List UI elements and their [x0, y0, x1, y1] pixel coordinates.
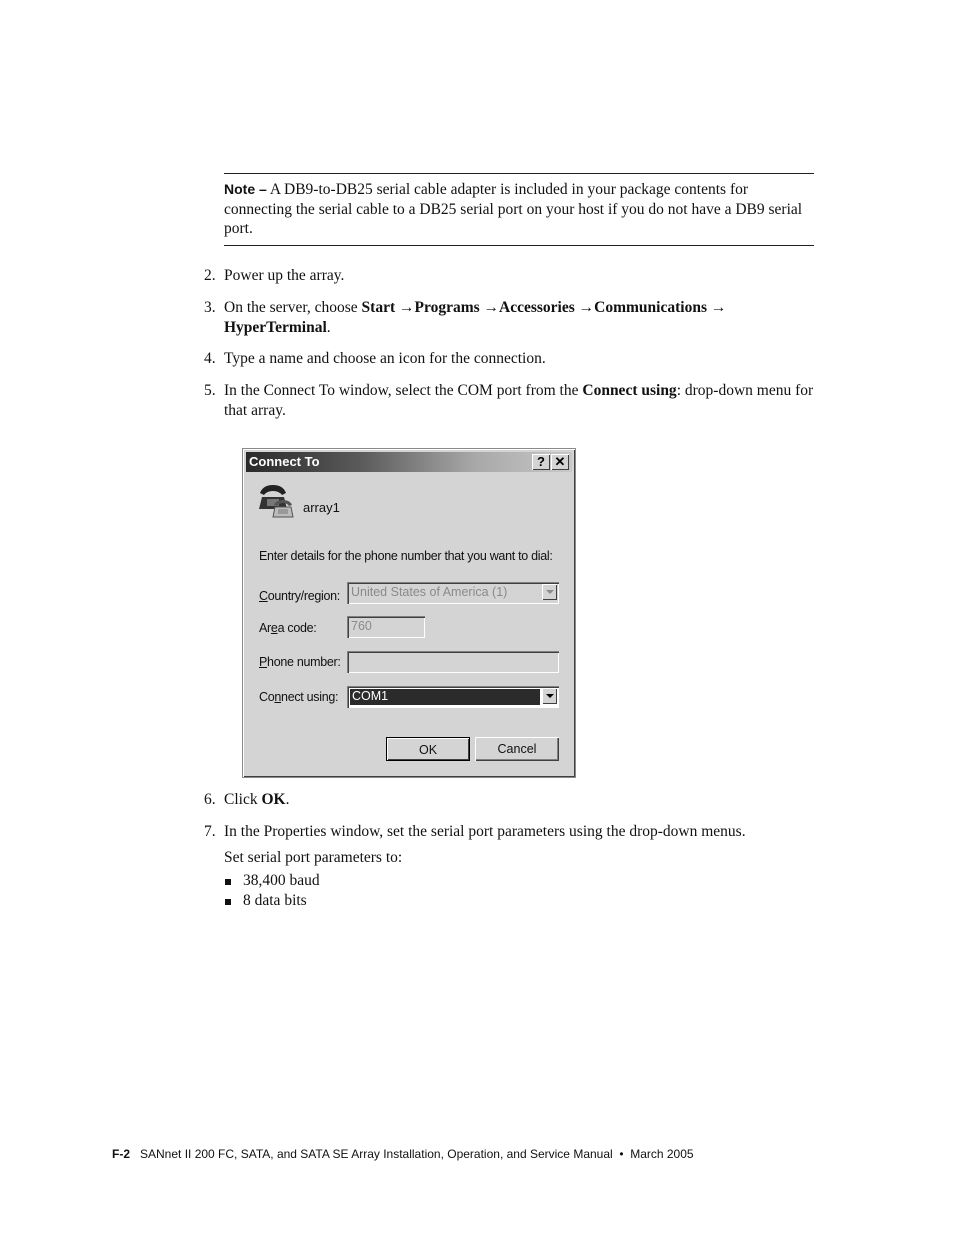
page-number: F-2 [112, 1147, 130, 1161]
step-4: 4. Type a name and choose an icon for th… [204, 349, 814, 369]
step-number: 4. [204, 350, 216, 367]
bullet-square-icon [225, 899, 231, 905]
note-label: Note – [224, 181, 267, 197]
footer-text: SANnet II 200 FC, SATA, and SATA SE Arra… [140, 1147, 694, 1161]
menu-path-start: Start [361, 299, 396, 316]
step-bold: Connect using [582, 382, 677, 399]
connection-name: array1 [303, 500, 340, 515]
step-number: 7. [204, 823, 216, 840]
dialog-titlebar: Connect To ? ✕ [246, 452, 572, 472]
arrow-icon: → [399, 299, 415, 316]
step-number: 5. [204, 382, 216, 399]
serial-parameters-list: 38,400 baud 8 data bits [224, 871, 320, 911]
step-7: 7. In the Properties window, set the ser… [204, 822, 814, 867]
step-subtext: Set serial port parameters to: [224, 848, 403, 866]
cancel-button[interactable]: Cancel [475, 737, 559, 761]
area-code-label: Area code: [259, 621, 317, 635]
step-number: 3. [204, 299, 216, 316]
step-suffix: . [285, 791, 290, 808]
note-text: A DB9-to-DB25 serial cable adapter is in… [224, 181, 803, 237]
step-text: In the Connect To window, select the COM… [224, 381, 814, 420]
connect-using-select[interactable]: COM1 [347, 686, 559, 708]
area-code-value: 760 [351, 619, 372, 633]
page-footer: F-2 SANnet II 200 FC, SATA, and SATA SE A… [112, 1147, 694, 1161]
help-button[interactable]: ? [532, 454, 550, 470]
step-6: 6. Click OK. [204, 790, 814, 810]
list-item: 8 data bits [224, 891, 320, 911]
step-number: 6. [204, 791, 216, 808]
arrow-icon: → [483, 299, 500, 316]
step-bold: OK [261, 791, 286, 808]
dialog-instruction: Enter details for the phone number that … [259, 549, 553, 563]
step-text: On the server, choose Start →Programs →A… [224, 298, 814, 337]
arrow-icon: → [710, 299, 727, 316]
step-text: Type a name and choose an icon for the c… [224, 350, 546, 367]
list-item-text: 38,400 baud [243, 872, 320, 889]
country-region-value: United States of America (1) [351, 585, 508, 599]
list-item: 38,400 baud [224, 871, 320, 891]
bullet-square-icon [225, 879, 231, 885]
country-region-label: Country/region: [259, 589, 340, 603]
step-prefix: Click [224, 791, 262, 808]
connect-using-label: Connect using: [259, 690, 339, 704]
chevron-down-icon[interactable] [542, 584, 557, 600]
connect-using-value: COM1 [350, 689, 540, 705]
step-5: 5. In the Connect To window, select the … [204, 381, 814, 420]
dialog-title: Connect To [249, 454, 320, 469]
step-2: 2. Power up the array. [204, 266, 814, 286]
step-text: Power up the array. [224, 267, 345, 284]
menu-path-communications: Communications [594, 299, 707, 316]
close-button[interactable]: ✕ [551, 454, 569, 470]
step-suffix: . [326, 318, 331, 336]
step-3: 3. On the server, choose Start →Programs… [204, 298, 814, 337]
menu-path-hyperterminal: HyperTerminal [224, 318, 327, 336]
list-item-text: 8 data bits [243, 892, 307, 909]
menu-path-programs: Programs [414, 299, 480, 316]
step-prefix: In the Connect To window, select the COM… [224, 382, 583, 399]
connect-to-dialog: Connect To ? ✕ array1 Enter details for … [242, 448, 576, 778]
area-code-input[interactable]: 760 [347, 616, 425, 638]
phone-icon [259, 485, 294, 518]
phone-number-label: Phone number: [259, 655, 341, 669]
ok-button[interactable]: OK [386, 737, 470, 761]
chevron-down-icon[interactable] [542, 688, 557, 704]
phone-number-input[interactable] [347, 651, 559, 673]
note-box: Note – A DB9-to-DB25 serial cable adapte… [224, 173, 814, 246]
step-prefix: On the server, choose [224, 299, 362, 316]
country-region-select[interactable]: United States of America (1) [347, 582, 559, 604]
step-number: 2. [204, 267, 216, 284]
step-text: In the Properties window, set the serial… [224, 823, 746, 840]
arrow-icon: → [578, 299, 595, 316]
step-text: Click OK. [224, 790, 814, 810]
menu-path-accessories: Accessories [499, 299, 575, 316]
